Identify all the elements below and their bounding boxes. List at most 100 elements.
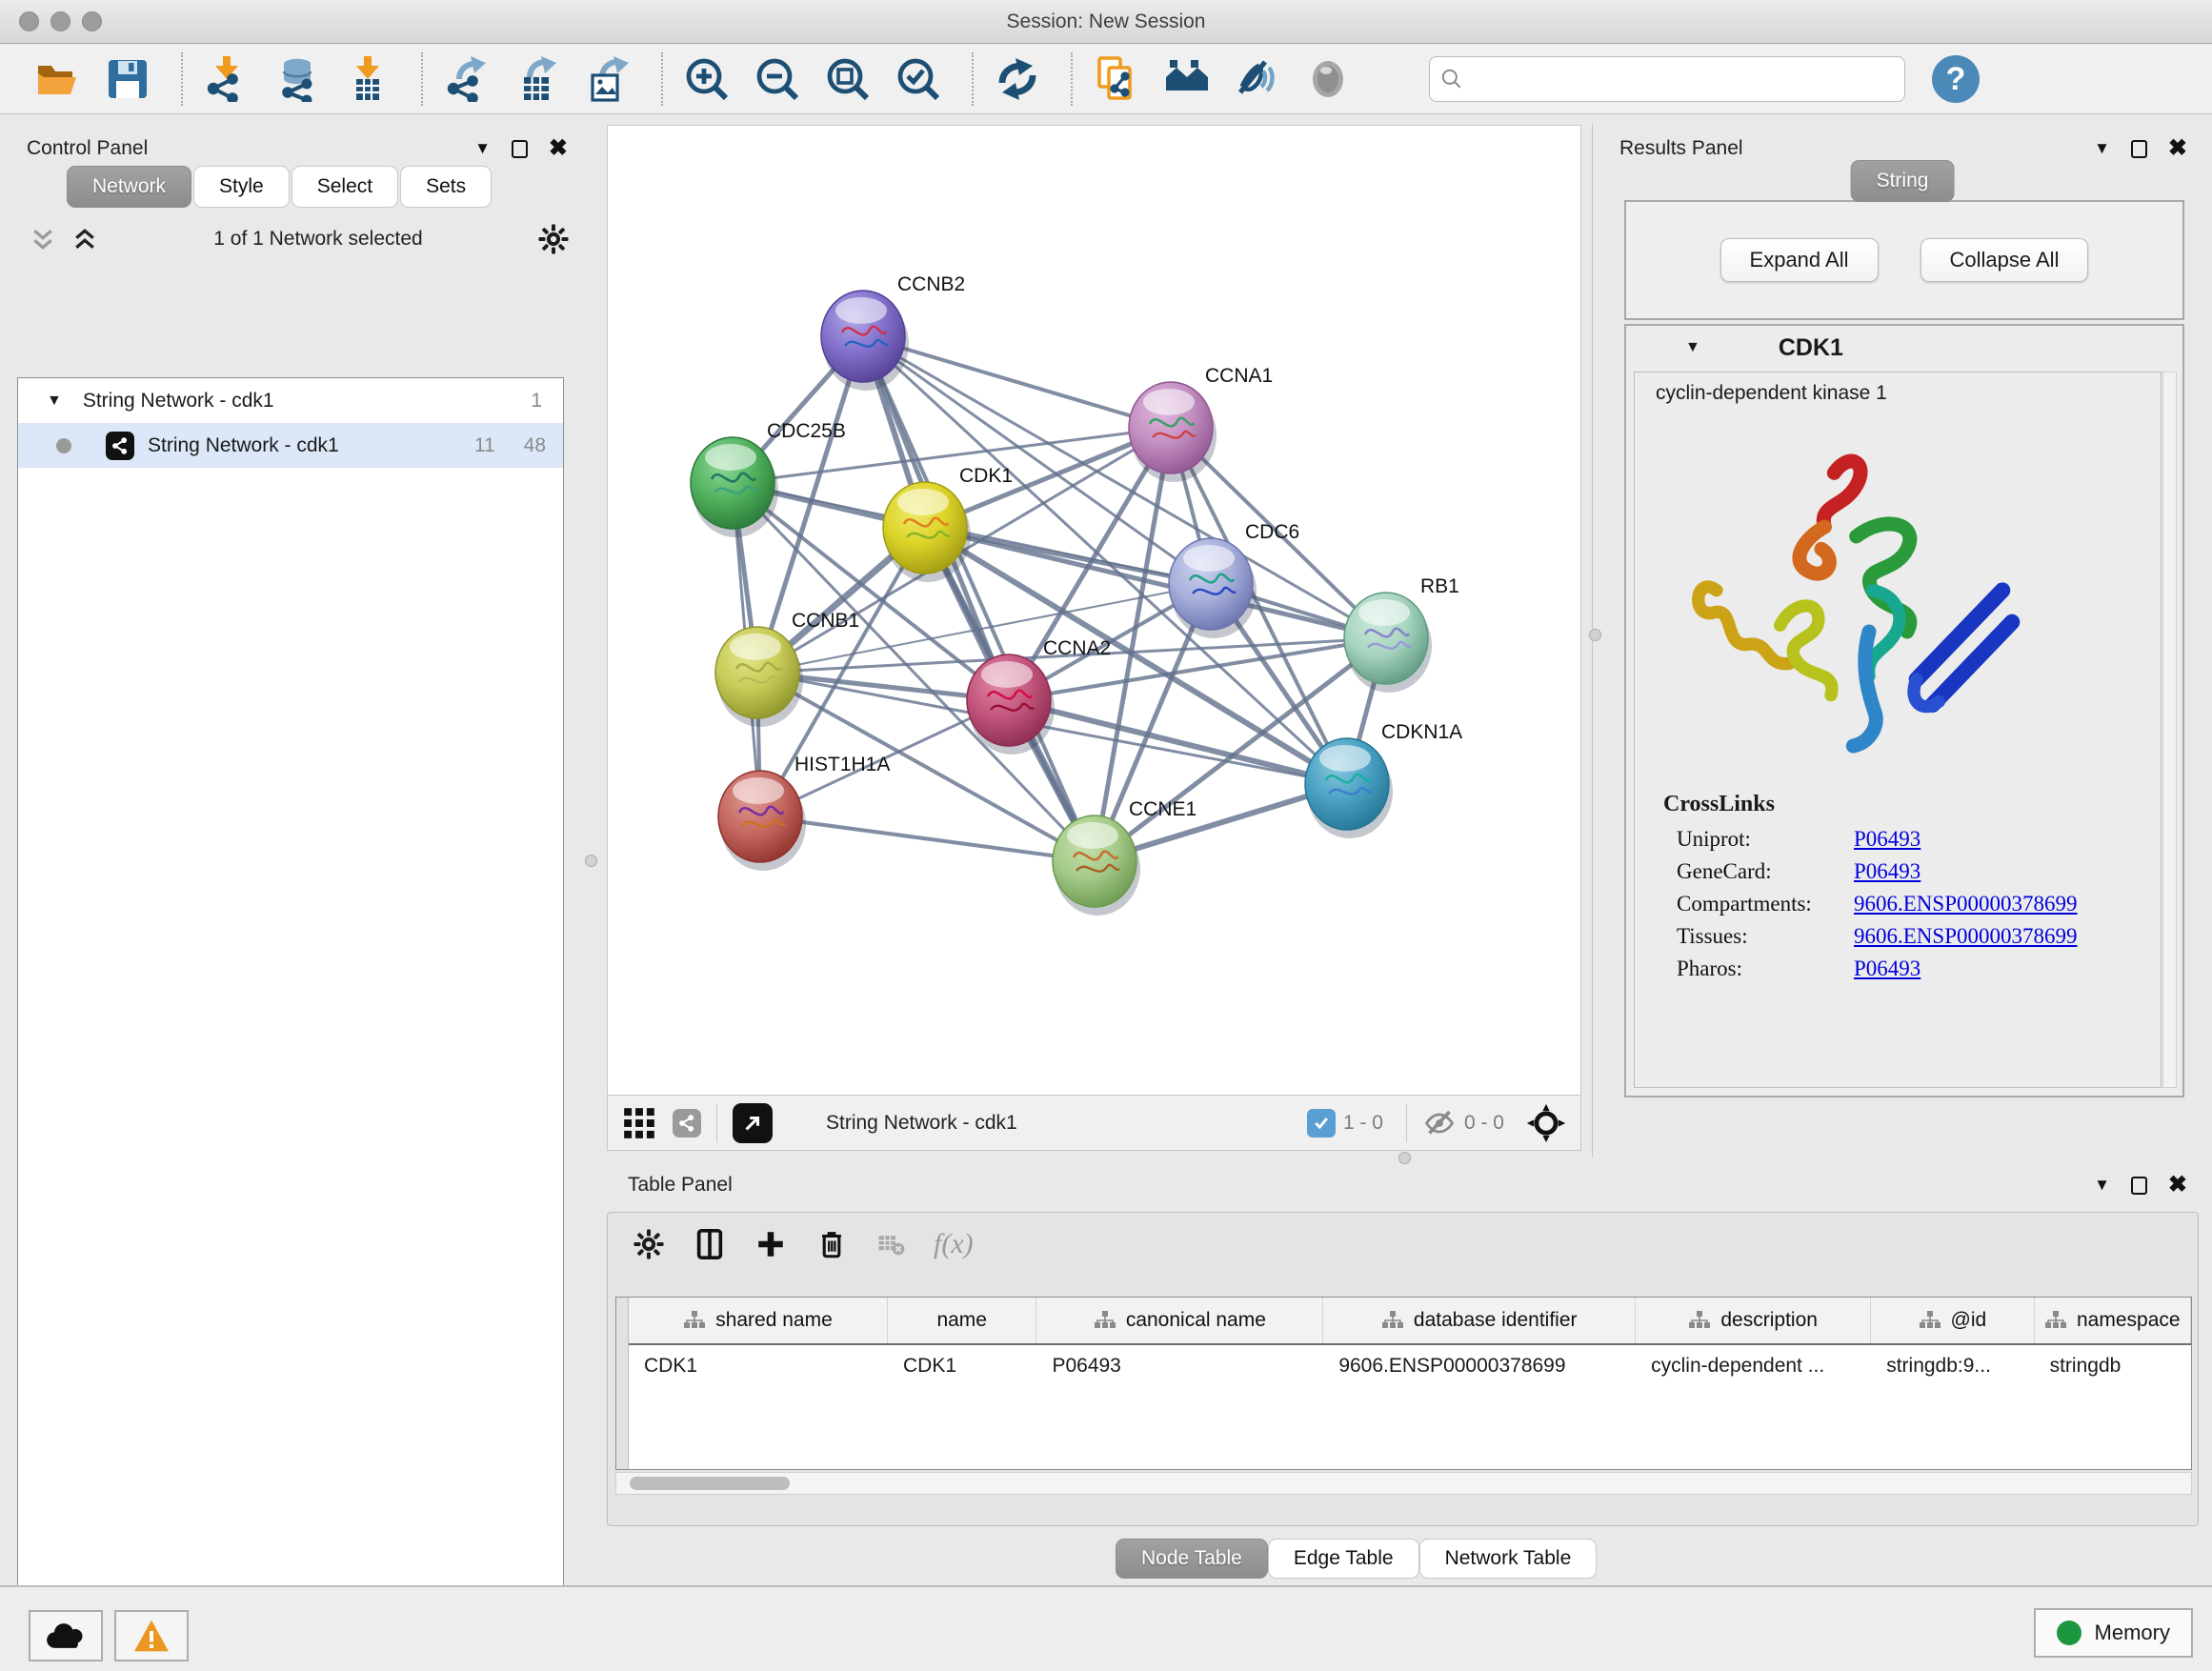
open-session-icon[interactable] xyxy=(34,56,80,102)
maximize-panel-icon[interactable] xyxy=(2131,1177,2147,1195)
network-node-cdkn1a[interactable] xyxy=(1305,738,1393,838)
network-node-rb1[interactable] xyxy=(1344,593,1432,693)
table-cell[interactable]: stringdb:9... xyxy=(1871,1345,2034,1387)
table-cell[interactable]: CDK1 xyxy=(888,1345,1036,1387)
table-cell[interactable]: 9606.ENSP00000378699 xyxy=(1323,1345,1636,1387)
table-horizontal-scrollbar[interactable] xyxy=(615,1472,2192,1495)
table-cell[interactable]: P06493 xyxy=(1036,1345,1323,1387)
network-edge[interactable] xyxy=(760,816,1095,861)
crosslink-link[interactable]: 9606.ENSP00000378699 xyxy=(1854,892,2078,916)
zoom-fit-content-icon[interactable] xyxy=(825,56,871,102)
search-input[interactable] xyxy=(1464,69,1874,91)
network-node-cdk1[interactable] xyxy=(883,482,971,582)
table-cell[interactable]: CDK1 xyxy=(629,1345,888,1387)
network-options-gear-icon[interactable] xyxy=(537,223,570,255)
maximize-panel-icon[interactable] xyxy=(2131,140,2147,158)
tab-style[interactable]: Style xyxy=(193,166,290,208)
export-network-icon[interactable] xyxy=(444,56,490,102)
network-row[interactable]: String Network - cdk1 11 48 xyxy=(18,423,563,468)
column-header[interactable]: namespace xyxy=(2035,1298,2191,1343)
collection-expander-icon[interactable]: ▼ xyxy=(47,393,62,410)
string-view-icon[interactable] xyxy=(673,1109,701,1137)
minimize-window-button[interactable] xyxy=(50,11,70,31)
crosslink-link[interactable]: P06493 xyxy=(1854,859,1920,884)
network-edge[interactable] xyxy=(863,336,1171,428)
float-panel-icon[interactable]: ▼ xyxy=(2094,139,2110,158)
network-node-cdc6[interactable] xyxy=(1169,538,1257,638)
table-cell[interactable]: cyclin-dependent ... xyxy=(1636,1345,1871,1387)
results-scrollbar[interactable] xyxy=(2162,372,2177,1088)
window-controls[interactable] xyxy=(19,11,102,31)
column-header[interactable]: name xyxy=(888,1298,1036,1343)
network-collection-row[interactable]: ▼ String Network - cdk1 1 xyxy=(18,378,563,423)
table-cell[interactable]: stringdb xyxy=(2035,1345,2191,1387)
birds-eye-grid-icon[interactable] xyxy=(621,1105,657,1141)
node-table[interactable]: shared namenamecanonical namedatabase id… xyxy=(615,1297,2192,1470)
zoom-selected-region-icon[interactable] xyxy=(895,56,941,102)
column-header[interactable]: description xyxy=(1636,1298,1871,1343)
column-header[interactable]: database identifier xyxy=(1323,1298,1636,1343)
selected-indicator-checkbox[interactable] xyxy=(1307,1109,1336,1137)
show-columns-icon[interactable] xyxy=(694,1228,726,1260)
collapse-all-button[interactable]: Collapse All xyxy=(1920,238,2089,282)
save-session-icon[interactable] xyxy=(105,56,151,102)
import-public-databases-icon[interactable] xyxy=(1094,56,1139,102)
network-canvas[interactable]: CCNB2CCNA1CDC25BCDK1CDC6RB1CCNB1CCNA2CDK… xyxy=(607,125,1581,1096)
close-window-button[interactable] xyxy=(19,11,39,31)
table-options-gear-icon[interactable] xyxy=(633,1228,665,1260)
cloud-status-button[interactable] xyxy=(29,1610,103,1661)
help-button[interactable]: ? xyxy=(1932,55,1980,103)
expand-all-icon[interactable] xyxy=(70,225,99,253)
preview-detail-icon[interactable] xyxy=(1305,56,1351,102)
close-panel-icon[interactable]: ✖ xyxy=(549,137,568,160)
tab-edge-table[interactable]: Edge Table xyxy=(1268,1539,1419,1579)
float-panel-icon[interactable]: ▼ xyxy=(474,139,491,158)
right-splitter-handle[interactable] xyxy=(1589,629,1601,641)
column-header[interactable]: canonical name xyxy=(1036,1298,1323,1343)
scrollbar-thumb[interactable] xyxy=(630,1477,790,1490)
crosslink-link[interactable]: P06493 xyxy=(1854,827,1920,852)
apply-preferred-layout-icon[interactable] xyxy=(995,56,1040,102)
network-node-hist1h1a[interactable] xyxy=(718,771,806,871)
expand-all-button[interactable]: Expand All xyxy=(1720,238,1879,282)
gene-expander-icon[interactable]: ▼ xyxy=(1685,339,1700,356)
maximize-panel-icon[interactable] xyxy=(512,140,528,158)
network-node-cdc25b[interactable] xyxy=(691,437,778,537)
column-header[interactable]: shared name xyxy=(629,1298,888,1343)
network-node-ccne1[interactable] xyxy=(1053,815,1140,916)
import-network-from-database-icon[interactable] xyxy=(274,56,320,102)
tab-node-table[interactable]: Node Table xyxy=(1116,1539,1268,1579)
export-table-icon[interactable] xyxy=(514,56,560,102)
export-image-icon[interactable] xyxy=(585,56,631,102)
crosslink-link[interactable]: P06493 xyxy=(1854,956,1920,981)
close-panel-icon[interactable]: ✖ xyxy=(2168,1174,2187,1197)
network-node-ccna2[interactable] xyxy=(967,654,1055,755)
import-table-from-file-icon[interactable] xyxy=(345,56,391,102)
left-splitter-handle[interactable] xyxy=(585,855,597,867)
add-column-icon[interactable] xyxy=(754,1228,787,1260)
float-panel-icon[interactable]: ▼ xyxy=(2094,1176,2110,1195)
close-panel-icon[interactable]: ✖ xyxy=(2168,137,2187,160)
hide-graphics-details-icon[interactable] xyxy=(1235,56,1280,102)
tab-network-table[interactable]: Network Table xyxy=(1419,1539,1598,1579)
zoom-out-icon[interactable] xyxy=(754,56,800,102)
warnings-button[interactable] xyxy=(114,1610,189,1661)
horizontal-splitter-handle[interactable] xyxy=(1398,1152,1411,1164)
crosslink-link[interactable]: 9606.ENSP00000378699 xyxy=(1854,924,2078,949)
network-node-ccnb2[interactable] xyxy=(821,291,909,391)
tab-select[interactable]: Select xyxy=(292,166,398,208)
tab-string[interactable]: String xyxy=(1851,160,1955,202)
delete-column-trash-icon[interactable] xyxy=(815,1228,848,1260)
search-box[interactable] xyxy=(1429,56,1905,102)
table-row[interactable]: CDK1CDK1P064939606.ENSP00000378699cyclin… xyxy=(629,1345,2191,1387)
import-network-from-file-icon[interactable] xyxy=(204,56,250,102)
network-edge[interactable] xyxy=(863,336,1095,861)
network-node-ccna1[interactable] xyxy=(1129,382,1217,482)
zoom-window-button[interactable] xyxy=(82,11,102,31)
memory-button[interactable]: Memory xyxy=(2034,1608,2193,1658)
fit-selected-crosshair-icon[interactable] xyxy=(1525,1102,1567,1144)
column-header[interactable]: @id xyxy=(1871,1298,2034,1343)
collapse-all-icon[interactable] xyxy=(29,225,57,253)
home-neighbors-icon[interactable] xyxy=(1164,56,1210,102)
detach-view-button[interactable] xyxy=(733,1103,773,1143)
